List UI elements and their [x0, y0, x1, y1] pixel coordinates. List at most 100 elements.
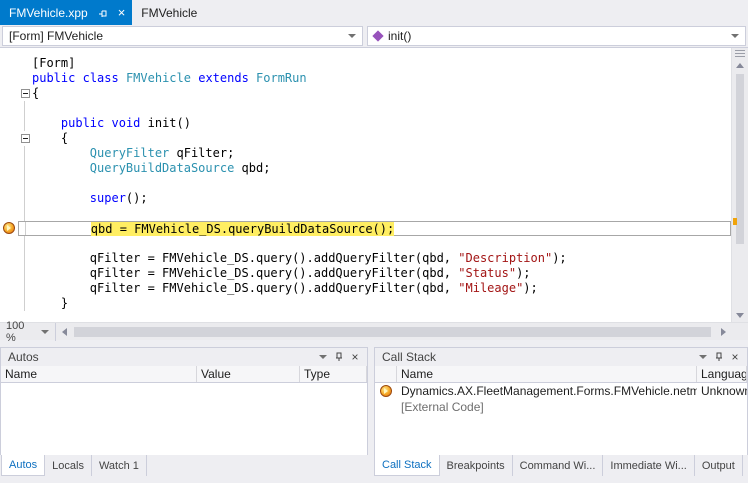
tab-call-stack[interactable]: Call Stack: [374, 455, 440, 476]
chevron-down-icon: [41, 330, 49, 334]
scroll-right-button[interactable]: [715, 323, 731, 341]
zoom-dropdown[interactable]: 100 %: [0, 323, 56, 341]
outlining-margin: [18, 56, 32, 71]
breakpoint-margin[interactable]: [0, 266, 18, 281]
outlining-margin[interactable]: [18, 86, 32, 101]
code-line[interactable]: [0, 176, 731, 191]
code-line[interactable]: [0, 206, 731, 221]
close-icon[interactable]: ×: [347, 350, 363, 364]
code-line[interactable]: [0, 236, 731, 251]
vertical-scrollbar-track[interactable]: [732, 72, 748, 308]
breakpoint-margin[interactable]: [0, 296, 18, 311]
tab-autos[interactable]: Autos: [1, 455, 45, 476]
column-header-value[interactable]: Value: [197, 366, 300, 382]
tab-immediate-window[interactable]: Immediate Wi...: [603, 455, 694, 476]
scroll-down-button[interactable]: [732, 308, 748, 322]
scroll-up-button[interactable]: [732, 58, 748, 72]
breakpoint-margin[interactable]: [0, 221, 18, 236]
horizontal-scrollbar-thumb[interactable]: [74, 327, 711, 337]
breakpoint-margin[interactable]: [0, 191, 18, 206]
column-header-name[interactable]: Name: [1, 366, 197, 382]
scope-dropdown[interactable]: [Form] FMVehicle: [2, 26, 363, 46]
code-editor[interactable]: [Form]public class FMVehicle extends For…: [0, 48, 748, 322]
pin-icon[interactable]: [95, 6, 111, 20]
outlining-margin: [18, 146, 32, 161]
vertical-scrollbar[interactable]: [731, 48, 748, 322]
tab-breakpoints[interactable]: Breakpoints: [440, 455, 513, 476]
callstack-frame-row[interactable]: Dynamics.AX.FleetManagement.Forms.FMVehi…: [375, 383, 747, 399]
panel-title: Autos: [8, 350, 315, 364]
code-line-text: QueryFilter qFilter;: [32, 146, 234, 161]
breakpoint-margin[interactable]: [0, 131, 18, 146]
autos-body[interactable]: [1, 383, 367, 455]
code-line[interactable]: public class FMVehicle extends FormRun: [0, 71, 731, 86]
doc-tab-fmvehicle[interactable]: FMVehicle: [132, 0, 206, 25]
breakpoint-margin[interactable]: [0, 206, 18, 221]
code-line[interactable]: [Form]: [0, 56, 731, 71]
code-line[interactable]: super();: [0, 191, 731, 206]
member-dropdown[interactable]: init(): [367, 26, 746, 46]
code-line[interactable]: qFilter = FMVehicle_DS.query().addQueryF…: [0, 251, 731, 266]
call-stack-title-bar: Call Stack ×: [375, 348, 747, 366]
window-position-icon[interactable]: [315, 350, 331, 364]
pin-icon[interactable]: [711, 350, 727, 364]
code-line[interactable]: {: [0, 86, 731, 101]
close-icon[interactable]: ×: [118, 6, 126, 19]
code-line[interactable]: }: [0, 296, 731, 311]
tab-watch-1[interactable]: Watch 1: [92, 455, 147, 476]
outlining-margin[interactable]: [18, 131, 32, 146]
code-line[interactable]: qbd = FMVehicle_DS.queryBuildDataSource(…: [0, 221, 731, 236]
code-line[interactable]: [0, 101, 731, 116]
column-header-name[interactable]: Name: [397, 366, 697, 382]
member-dropdown-value: init(): [388, 29, 725, 43]
outlining-margin: [18, 71, 32, 86]
breakpoint-margin[interactable]: [0, 146, 18, 161]
code-line-text: }: [32, 296, 68, 311]
callstack-body[interactable]: Dynamics.AX.FleetManagement.Forms.FMVehi…: [375, 383, 747, 455]
fold-collapse-icon[interactable]: [21, 89, 30, 98]
callstack-frame-row[interactable]: [External Code]: [375, 399, 747, 415]
code-line[interactable]: qFilter = FMVehicle_DS.query().addQueryF…: [0, 281, 731, 296]
breakpoint-margin[interactable]: [0, 86, 18, 101]
tab-command-window[interactable]: Command Wi...: [513, 455, 604, 476]
breakpoint-margin[interactable]: [0, 236, 18, 251]
chevron-down-icon: [731, 34, 739, 38]
horizontal-scrollbar[interactable]: [56, 323, 731, 341]
window-position-icon[interactable]: [695, 350, 711, 364]
debug-window-tabs: Call Stack Breakpoints Command Wi... Imm…: [374, 455, 743, 476]
current-statement-icon: [3, 222, 15, 234]
doc-tab-fmvehicle-xpp[interactable]: FMVehicle.xpp ×: [0, 0, 132, 25]
bottom-tab-strips: Autos Locals Watch 1 Call Stack Breakpoi…: [0, 455, 748, 483]
tab-output[interactable]: Output: [695, 455, 743, 476]
method-icon: [372, 30, 383, 41]
split-gripper-icon[interactable]: [735, 50, 745, 58]
code-line[interactable]: QueryFilter qFilter;: [0, 146, 731, 161]
breakpoint-margin[interactable]: [0, 71, 18, 86]
code-line-text: public void init(): [32, 116, 191, 131]
pin-icon[interactable]: [331, 350, 347, 364]
tab-locals[interactable]: Locals: [45, 455, 92, 476]
breakpoint-margin[interactable]: [0, 56, 18, 71]
close-icon[interactable]: ×: [727, 350, 743, 364]
breakpoint-margin[interactable]: [0, 281, 18, 296]
breakpoint-margin[interactable]: [0, 116, 18, 131]
outlining-margin: [18, 206, 32, 221]
breakpoint-margin[interactable]: [0, 101, 18, 116]
outlining-margin: [18, 296, 32, 311]
code-line[interactable]: {: [0, 131, 731, 146]
breakpoint-margin[interactable]: [0, 251, 18, 266]
outlining-margin: [18, 191, 32, 206]
fold-collapse-icon[interactable]: [21, 134, 30, 143]
column-header-language[interactable]: Language: [697, 366, 747, 382]
vertical-scrollbar-thumb[interactable]: [736, 74, 744, 244]
column-header-type[interactable]: Type: [300, 366, 367, 382]
code-line[interactable]: public void init(): [0, 116, 731, 131]
breakpoint-margin[interactable]: [0, 176, 18, 191]
column-header-frame-icon[interactable]: [375, 366, 397, 382]
outlining-margin: [18, 251, 32, 266]
code-line[interactable]: qFilter = FMVehicle_DS.query().addQueryF…: [0, 266, 731, 281]
doc-tab-label: FMVehicle.xpp: [9, 6, 88, 20]
code-line[interactable]: QueryBuildDataSource qbd;: [0, 161, 731, 176]
breakpoint-margin[interactable]: [0, 161, 18, 176]
scroll-left-button[interactable]: [56, 323, 72, 341]
